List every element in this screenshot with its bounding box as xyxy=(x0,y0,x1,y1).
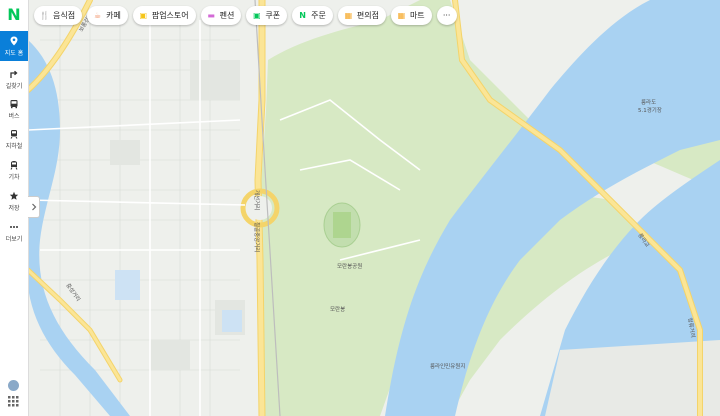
category-chip-bar: 🍴 음식점 ☕ 카페 ▣ 팝업스토어 ▬ 펜션 ▣ 쿠폰 N 주문 ▦ 편의점 ▦ 마트 ··· xyxy=(34,6,457,25)
map-label-stadium: 릉라도 xyxy=(641,98,656,106)
sidebar-item-label: 버스 xyxy=(8,112,20,120)
more-dots-icon: ··· xyxy=(442,11,451,20)
chip-pension[interactable]: ▬ 펜션 xyxy=(200,6,242,25)
chip-coupon[interactable]: ▣ 쿠폰 xyxy=(246,6,288,25)
sidebar-item-bus[interactable]: 버스 xyxy=(0,94,28,124)
chip-label: 팝업스토어 xyxy=(151,11,189,20)
more-categories-button[interactable]: ··· xyxy=(436,6,457,25)
sidebar-item-train[interactable]: 기차 xyxy=(0,155,28,185)
chip-label: 주문 xyxy=(311,11,326,20)
map-label-stadium-2: 5.1경기장 xyxy=(638,106,662,114)
road-label-vertical: 개선거리 xyxy=(253,190,261,210)
sidebar-item-label: 저장 xyxy=(8,204,20,212)
left-sidebar: N 지도 홈 길찾기 버스 지하철 기차 저장 더보기 xyxy=(0,0,29,416)
chip-label: 음식점 xyxy=(53,11,76,20)
sidebar-item-label: 기차 xyxy=(8,173,20,181)
chevron-right-icon xyxy=(31,203,36,211)
coupon-icon: ▣ xyxy=(253,11,261,20)
sidebar-item-subway[interactable]: 지하철 xyxy=(0,124,28,154)
sidebar-item-more[interactable]: 더보기 xyxy=(0,217,28,247)
chip-label: 쿠폰 xyxy=(265,11,281,20)
directions-icon xyxy=(10,70,18,78)
bed-icon: ▬ xyxy=(207,11,215,20)
chip-order[interactable]: N 주문 xyxy=(292,6,333,25)
apps-grid-icon[interactable] xyxy=(8,396,19,407)
train-icon xyxy=(10,160,18,170)
sidebar-item-saved[interactable]: 저장 xyxy=(0,186,28,216)
sidebar-item-map-home[interactable]: 지도 홈 xyxy=(0,31,28,61)
bus-icon xyxy=(10,99,18,108)
sidebar-item-directions[interactable]: 길찾기 xyxy=(0,64,28,94)
coffee-icon: ☕ xyxy=(94,11,102,20)
subway-icon xyxy=(10,129,18,139)
naver-order-icon: N xyxy=(299,11,306,20)
map-canvas[interactable]: 모란봉공원 모란봉 릉라도 5.1경기장 릉라인민유원지 개선거리 칠골중앙거리… xyxy=(0,0,720,416)
sidebar-item-label: 길찾기 xyxy=(5,82,23,90)
sidebar-item-label: 지도 홈 xyxy=(4,49,24,57)
sidebar-item-label: 더보기 xyxy=(5,235,23,243)
chip-popup-store[interactable]: ▣ 팝업스토어 xyxy=(132,6,196,25)
chip-mart[interactable]: ▦ 마트 xyxy=(390,6,432,25)
chip-convenience-store[interactable]: ▦ 편의점 xyxy=(337,6,386,25)
chip-label: 마트 xyxy=(409,11,425,20)
fork-knife-icon: 🍴 xyxy=(39,11,50,20)
chip-restaurant[interactable]: 🍴 음식점 xyxy=(34,6,83,25)
sidebar-item-label: 지하철 xyxy=(5,142,23,150)
avatar[interactable] xyxy=(8,380,19,391)
collapse-panel-button[interactable] xyxy=(28,196,40,218)
map-label-amusement: 릉라인민유원지 xyxy=(430,362,465,370)
naver-logo[interactable]: N xyxy=(0,0,28,28)
star-icon xyxy=(9,191,19,200)
map-label-hill: 모란봉 xyxy=(330,306,345,313)
road-label-vertical2: 칠골중앙거리 xyxy=(253,222,261,252)
chip-label: 펜션 xyxy=(219,11,235,20)
convenience-store-icon: ▦ xyxy=(344,11,353,20)
more-dots-icon xyxy=(10,225,18,228)
map-label-park: 모란봉공원 xyxy=(337,262,362,270)
mart-icon: ▦ xyxy=(397,11,406,20)
chip-label: 카페 xyxy=(106,11,121,20)
chip-label: 편의점 xyxy=(356,11,379,20)
popup-store-icon: ▣ xyxy=(139,11,148,20)
chip-cafe[interactable]: ☕ 카페 xyxy=(87,6,128,25)
map-pin-icon xyxy=(10,36,18,45)
